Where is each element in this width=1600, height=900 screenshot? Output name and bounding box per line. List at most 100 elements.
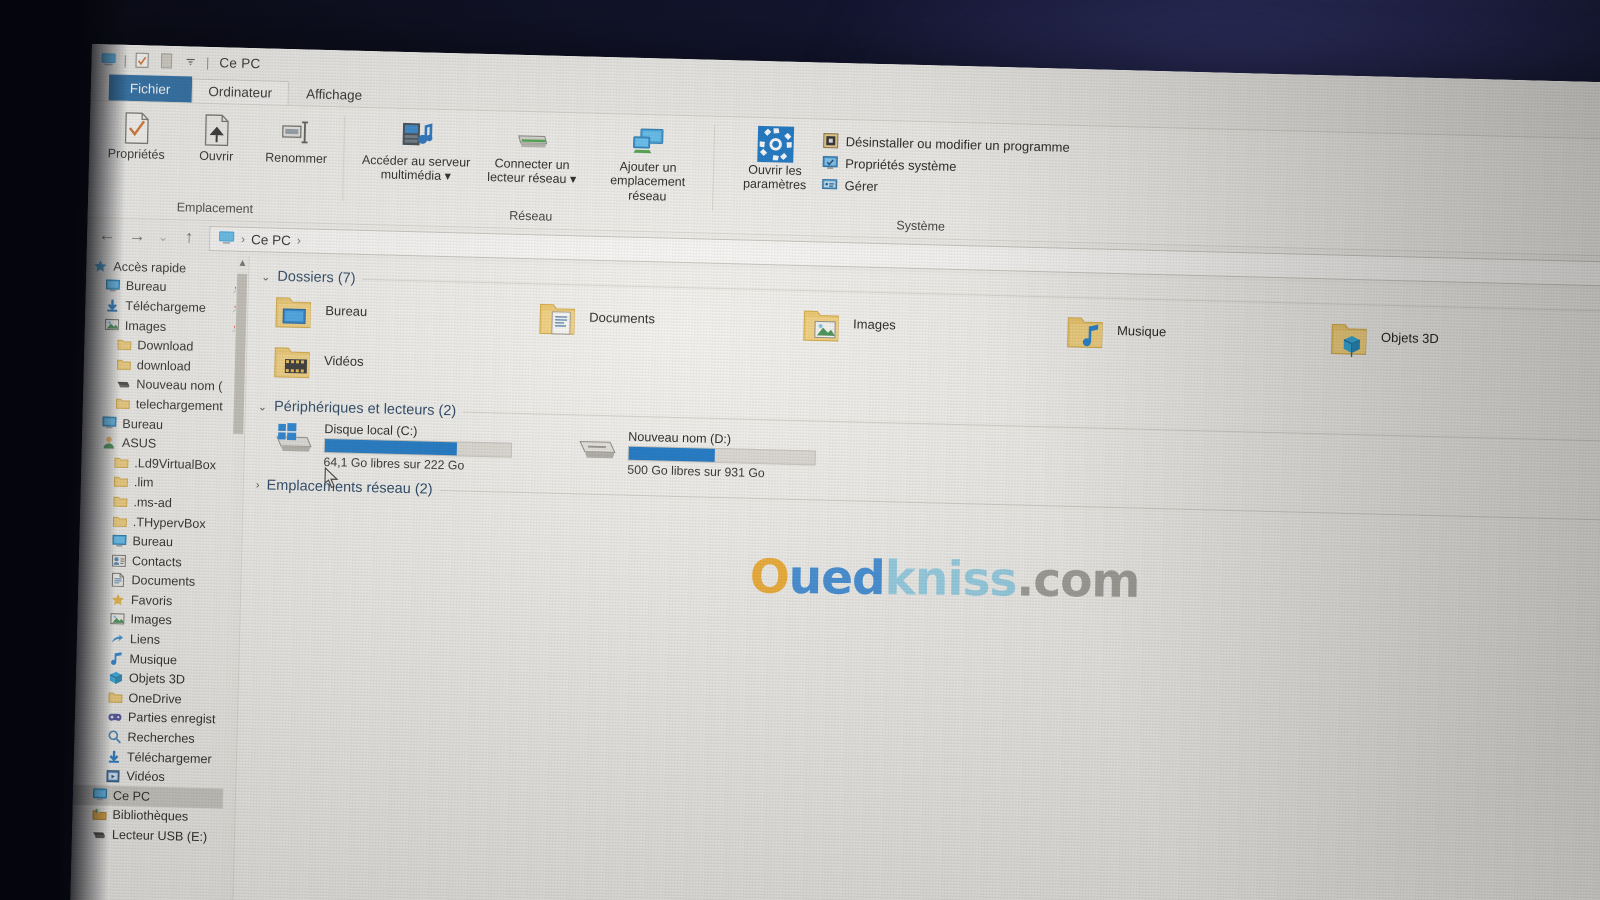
ribbon-button-renommer[interactable]: Renommer (259, 111, 334, 166)
folder-tile-videos[interactable]: Vidéos (258, 336, 523, 393)
ribbon-system-small-buttons: Désinstaller ou modifier un programme Pr… (820, 126, 1070, 200)
folder-tile-musique[interactable]: Musique (1051, 306, 1316, 363)
group-title-network: Emplacements réseau (2) (266, 477, 433, 498)
chevron-down-icon[interactable]: ⌄ (258, 400, 268, 413)
sidebar-item-label: .Ld9VirtualBox (134, 455, 217, 473)
settings-gear-icon (756, 125, 795, 163)
breadcrumb-separator-1: › (240, 231, 246, 246)
open-folder-icon (202, 114, 231, 147)
folder-documents-icon (538, 299, 581, 338)
ribbon-button-desinstaller-programme[interactable]: Désinstaller ou modifier un programme (822, 132, 1070, 156)
sidebar-item-label: Musique (129, 651, 178, 668)
ribbon-button-ouvrir[interactable]: Ouvrir (179, 109, 254, 164)
ribbon-button-gerer[interactable]: Gérer (820, 175, 1068, 199)
breadcrumb-separator-2[interactable]: › (297, 233, 301, 247)
ribbon-button-proprietes-systeme[interactable]: Propriétés système (821, 153, 1069, 177)
ribbon-group-reseau: Accéder au serveur multimédia ▾ Connecte… (342, 107, 715, 232)
sidebar-item-label: Téléchargemer (126, 749, 212, 766)
sidebar-item-label: OneDrive (128, 690, 182, 707)
sidebar-item-label: Contacts (131, 553, 182, 570)
folder-label-videos: Vidéos (323, 352, 364, 369)
new-folder-icon[interactable] (158, 52, 175, 69)
sidebar-item-label: Téléchargeme (125, 298, 207, 315)
media-server-icon (399, 119, 434, 152)
sidebar-item-label: Bureau (122, 416, 164, 432)
watermark-part-com: .com (1016, 552, 1140, 609)
ribbon-button-connecter-lecteur-reseau[interactable]: Connecter un lecteur réseau ▾ (477, 117, 589, 188)
chevron-right-icon[interactable]: › (256, 479, 260, 491)
breadcrumb-item-ce-pc[interactable]: Ce PC (251, 232, 291, 248)
folder-videos-icon (273, 343, 316, 382)
tab-affichage[interactable]: Affichage (289, 81, 380, 108)
folder-tile-images[interactable]: Images (787, 300, 1052, 357)
sidebar-item-label: Vidéos (126, 769, 165, 785)
sidebar-item-label: Nouveau nom ( (136, 377, 223, 394)
scroll-up-icon[interactable]: ▲ (237, 256, 247, 271)
chevron-down-icon[interactable]: ⌄ (261, 270, 271, 283)
sidebar-item-label: Liens (129, 632, 161, 647)
sidebar-item-label: download (136, 358, 191, 374)
ribbon-button-ajouter-emplacement-reseau[interactable]: Ajouter un emplacement réseau (592, 120, 704, 205)
group-title-folders: Dossiers (7) (277, 268, 356, 287)
rename-icon (280, 116, 313, 149)
sidebar-item-label: telechargement (135, 397, 223, 414)
recent-locations-button[interactable]: ⌄ (157, 230, 169, 244)
sidebar-item-label: .lim (133, 475, 154, 491)
ribbon-button-acceder-serveur-multimedia[interactable]: Accéder au serveur multimédia ▾ (361, 114, 473, 185)
ribbon-label-acceder-serveur-multimedia: Accéder au serveur multimédia ▾ (361, 152, 471, 184)
screen-left-edge-shadow (0, 0, 131, 900)
qat-divider-2: | (205, 54, 210, 70)
folder-tile-documents[interactable]: Documents (524, 293, 789, 350)
tab-ordinateur[interactable]: Ordinateur (191, 78, 290, 106)
sidebar-item-label: Images (124, 318, 167, 334)
monitor-screen: | | Ce PC Fichier Ordinateur Affichage (69, 44, 1600, 900)
hard-drive-icon (575, 428, 620, 463)
this-pc-icon (218, 230, 235, 247)
sidebar-item-label: Accès rapide (113, 259, 187, 276)
sidebar-item-label: ASUS (121, 436, 157, 451)
sidebar-item-label: .THypervBox (132, 514, 206, 531)
system-properties-icon (821, 153, 839, 171)
drive-free-c: 64,1 Go libres sur 222 Go (323, 454, 465, 473)
content-pane: ⌄ Dossiers (7) Bureau Documents Images M… (232, 256, 1600, 900)
properties-icon[interactable] (134, 52, 151, 69)
ribbon-label-connecter-lecteur-reseau: Connecter un lecteur réseau ▾ (487, 156, 577, 187)
file-explorer-window: | | Ce PC Fichier Ordinateur Affichage (69, 44, 1600, 900)
drive-tile-c[interactable]: Disque local (C:) 64,1 Go libres sur 222… (256, 416, 561, 479)
ribbon-label-ajouter-emplacement-reseau: Ajouter un emplacement réseau (610, 159, 686, 204)
explorer-body: Accès rapideBureau📌Téléchargeme📌Images📌D… (69, 251, 1600, 900)
folder-objects3d-icon (1329, 319, 1372, 358)
folder-label-documents: Documents (589, 309, 656, 327)
ribbon-button-ouvrir-les-parametres[interactable]: Ouvrir les paramètres (734, 123, 816, 193)
ribbon-label-proprietes-systeme: Propriétés système (845, 155, 957, 174)
folder-label-images: Images (852, 316, 896, 333)
folder-pictures-icon (802, 306, 845, 345)
folder-desktop-icon (274, 293, 317, 332)
ribbon-label-desinstaller-programme: Désinstaller ou modifier un programme (845, 133, 1070, 155)
windows-drive-icon (271, 421, 316, 456)
folder-music-icon (1066, 313, 1109, 352)
ribbon-label-renommer: Renommer (265, 150, 328, 166)
sidebar-item-label: Bureau (132, 534, 174, 550)
folder-tile-objets3d[interactable]: Objets 3D (1315, 313, 1580, 370)
drive-free-d: 500 Go libres sur 931 Go (627, 462, 765, 481)
mouse-cursor (324, 466, 341, 494)
customize-qat-dropdown-icon[interactable] (182, 53, 199, 70)
sidebar-item-label: Ce PC (112, 788, 151, 804)
drive-tile-d[interactable]: Nouveau nom (D:) 500 Go libres sur 931 G… (560, 424, 865, 487)
ribbon-label-ouvrir-les-parametres: Ouvrir les paramètres (742, 162, 807, 193)
folder-label-objets3d: Objets 3D (1380, 329, 1439, 347)
up-button[interactable]: ↑ (179, 227, 199, 247)
bezel-bottom-shadow (0, 840, 1600, 900)
sidebar-item-label: Images (130, 612, 172, 628)
sidebar-item-label: Bibliothèques (112, 808, 189, 825)
sidebar-item-label: Parties enregist (127, 710, 216, 727)
watermark-part-o: O (749, 549, 790, 605)
sidebar-item-label: Download (137, 338, 194, 354)
ribbon-group-systeme: Ouvrir les paramètres Désinstaller ou mo… (711, 117, 1080, 242)
forward-button[interactable]: → (127, 226, 147, 246)
drive-info-d: Nouveau nom (D:) 500 Go libres sur 931 G… (627, 430, 816, 482)
window-title: Ce PC (219, 54, 261, 71)
watermark-part-kniss: kniss (884, 551, 1017, 608)
folder-tile-bureau[interactable]: Bureau (260, 286, 525, 343)
